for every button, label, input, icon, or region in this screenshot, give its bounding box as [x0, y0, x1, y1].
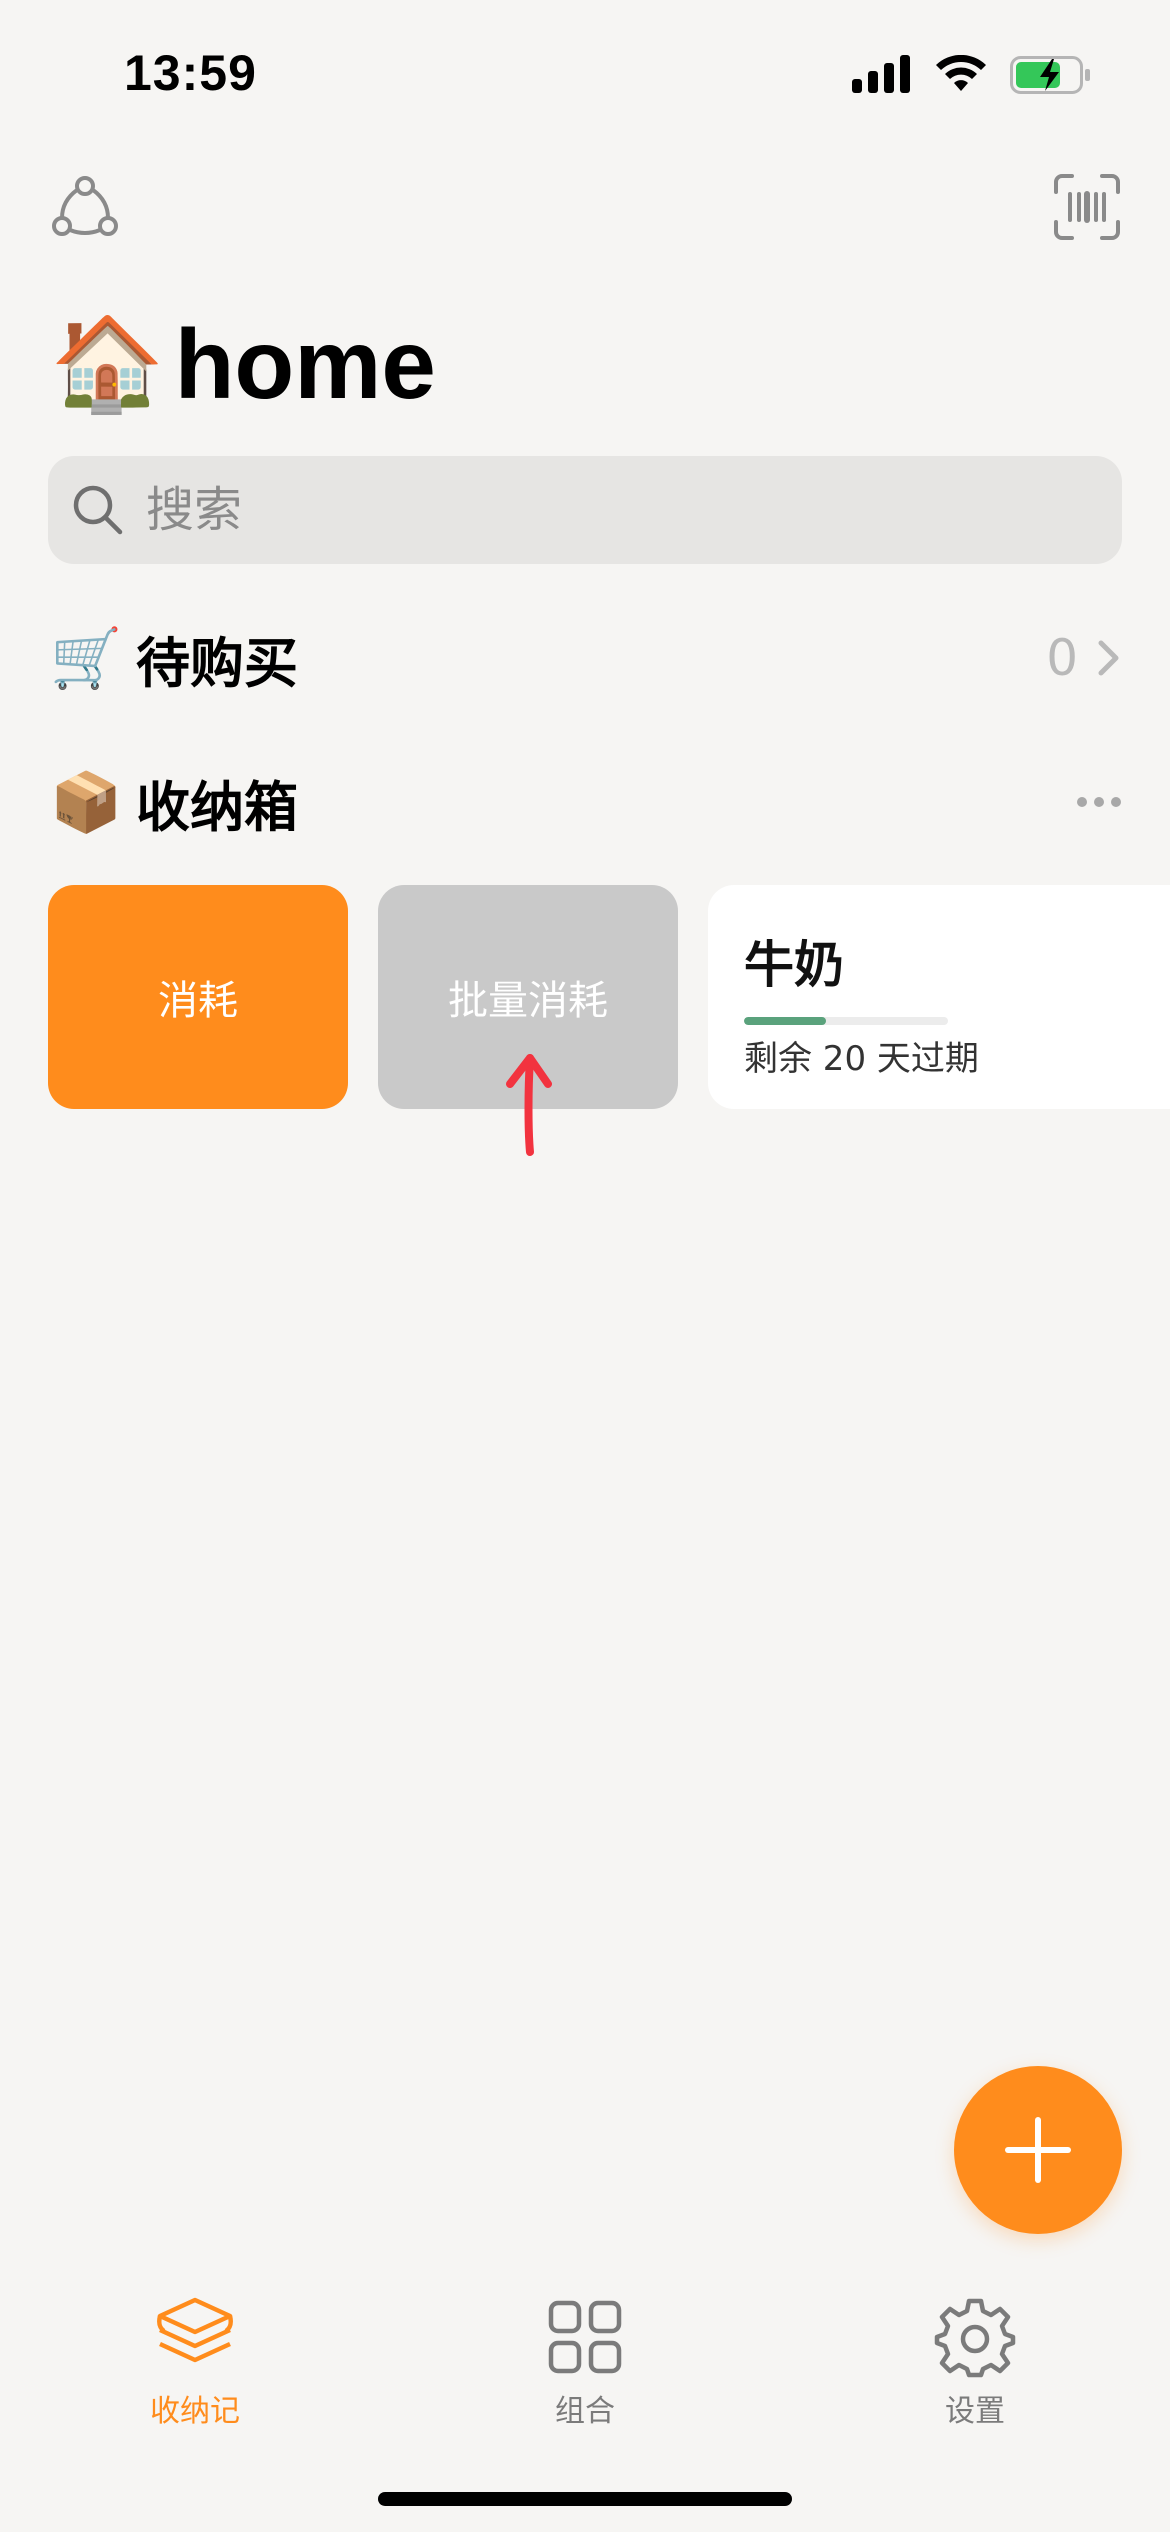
annotation-arrow-icon	[506, 1054, 552, 1156]
storage-box-row: 📦 收纳箱	[50, 762, 1122, 842]
page-title-text: home	[174, 309, 436, 419]
cart-emoji-icon: 🛒	[50, 623, 123, 692]
storage-box-title: 收纳箱	[136, 775, 298, 839]
page-title: 🏠 home	[50, 310, 436, 418]
item-name: 牛奶	[744, 936, 844, 994]
more-options-button[interactable]	[1076, 796, 1122, 808]
add-item-button[interactable]	[954, 2066, 1122, 2234]
home-indicator	[378, 2492, 792, 2506]
consume-button[interactable]: 消耗	[48, 885, 348, 1109]
share-icon[interactable]	[48, 170, 122, 244]
plus-icon	[1005, 2117, 1071, 2183]
gear-icon	[934, 2298, 1016, 2378]
tab-combination-label: 组合	[555, 2394, 615, 2429]
tab-settings[interactable]: 设置	[875, 2296, 1075, 2430]
search-bar[interactable]	[48, 456, 1122, 564]
batch-consume-button-label: 批量消耗	[448, 978, 608, 1024]
more-dots-icon	[1077, 797, 1121, 807]
wifi-icon	[936, 55, 986, 91]
tab-settings-label: 设置	[945, 2394, 1005, 2429]
house-emoji-icon: 🏠	[50, 310, 165, 417]
shopping-list-count: 0	[1046, 629, 1078, 687]
tab-storage[interactable]: 收纳记	[95, 2296, 295, 2430]
search-icon	[73, 485, 123, 535]
shopping-list-title: 待购买	[136, 631, 298, 695]
barcode-scan-icon[interactable]	[1050, 170, 1124, 244]
search-input[interactable]	[144, 481, 1048, 539]
expiry-progress-bar	[744, 1017, 948, 1025]
battery-charging-icon	[1010, 56, 1090, 94]
item-expiry-text: 剩余 20 天过期	[744, 1039, 979, 1079]
status-icons	[852, 54, 1092, 96]
chevron-right-icon	[1098, 640, 1119, 676]
consume-button-label: 消耗	[158, 978, 238, 1024]
layers-icon	[156, 2297, 234, 2363]
item-card-milk[interactable]: 牛奶 剩余 20 天过期	[708, 885, 1170, 1109]
shopping-list-row[interactable]: 🛒 待购买 0	[50, 618, 1122, 698]
expiry-progress-fill	[744, 1017, 826, 1025]
status-time: 13:59	[124, 45, 257, 101]
package-emoji-icon: 📦	[50, 767, 123, 836]
tab-storage-label: 收纳记	[150, 2394, 240, 2429]
tab-combination[interactable]: 组合	[485, 2296, 685, 2430]
cellular-signal-icon	[852, 55, 910, 93]
grid-icon	[548, 2300, 622, 2374]
